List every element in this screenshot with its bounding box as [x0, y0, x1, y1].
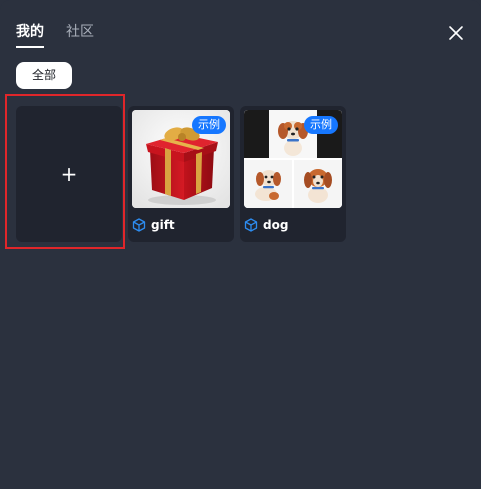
card-footer: gift [132, 216, 175, 234]
tab-community[interactable]: 社区 [66, 22, 94, 42]
add-asset-card[interactable]: + [16, 106, 122, 242]
tab-bar: 我的 社区 [16, 22, 94, 48]
asset-card-gift[interactable]: 示例 gift [128, 106, 234, 242]
cube-icon [244, 218, 258, 232]
puppy-icon [255, 170, 281, 201]
card-name: dog [263, 218, 289, 232]
puppy-icon [304, 169, 332, 203]
close-icon [449, 26, 463, 40]
close-button[interactable] [447, 24, 465, 42]
plus-icon: + [60, 162, 78, 186]
cube-icon [132, 218, 146, 232]
card-footer: dog [244, 216, 288, 234]
filter-all-chip[interactable]: 全部 [16, 62, 72, 89]
example-badge: 示例 [192, 116, 226, 134]
example-badge: 示例 [304, 116, 338, 134]
asset-card-dog[interactable]: 示例 dog [240, 106, 346, 242]
card-name: gift [151, 218, 175, 232]
tab-mine[interactable]: 我的 [16, 22, 44, 48]
asset-panel: 我的 社区 全部 + 示例 gift 示例 dog [0, 0, 481, 489]
